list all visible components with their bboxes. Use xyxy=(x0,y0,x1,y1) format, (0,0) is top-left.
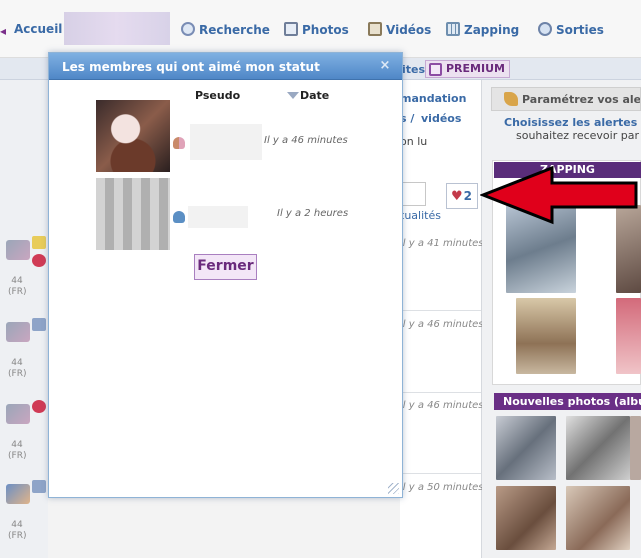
nav-zapping[interactable]: Zapping xyxy=(446,22,519,38)
zapping-icon xyxy=(446,22,460,36)
premium-icon xyxy=(429,63,442,76)
man-icon xyxy=(173,211,185,223)
feed-code: 44 (FR) xyxy=(8,276,27,297)
album-photo[interactable] xyxy=(566,416,630,480)
videos-icon xyxy=(368,22,382,36)
photos-icon xyxy=(32,318,46,331)
alerts-title[interactable]: Choisissez les alertes xyxy=(504,116,637,129)
subbar-link[interactable]: ites xyxy=(402,63,425,76)
feed-avatar[interactable] xyxy=(6,322,30,342)
member-photo[interactable] xyxy=(96,100,170,172)
feed-avatar[interactable] xyxy=(6,484,30,504)
feed-code: 44 (FR) xyxy=(8,440,27,461)
nav-home[interactable]: ◂ Accueil xyxy=(0,22,62,38)
likes-dialog: Les membres qui ont aimé mon statut × Ps… xyxy=(48,52,403,498)
status-input[interactable] xyxy=(400,182,426,206)
sorties-icon xyxy=(538,22,552,36)
alerts-settings-button[interactable]: Paramétrez vos alerte xyxy=(491,87,641,111)
photos-icon xyxy=(284,22,298,36)
alert-icon xyxy=(504,92,518,106)
member-pseudo-blurred[interactable] xyxy=(190,124,262,160)
like-count-button[interactable]: ♥2 xyxy=(446,183,478,209)
nav-videos[interactable]: Vidéos xyxy=(368,22,431,38)
divider xyxy=(400,392,481,393)
member-pseudo-blurred[interactable] xyxy=(188,206,248,228)
close-button[interactable]: Fermer xyxy=(194,254,257,280)
member-date: Il y a 2 heures xyxy=(277,208,349,219)
feed-avatar[interactable] xyxy=(6,404,30,424)
nav-home-label: Accueil xyxy=(14,22,63,36)
feed-row-1: 44 (FR) xyxy=(0,236,48,316)
zapping-photo[interactable] xyxy=(516,298,576,374)
photos-icon xyxy=(32,480,46,493)
actualites-link[interactable]: tualités xyxy=(400,209,441,222)
column-header-date[interactable]: Date xyxy=(287,89,329,102)
nav-sorties[interactable]: Sorties xyxy=(538,22,604,38)
nav-photos[interactable]: Photos xyxy=(284,22,349,38)
nav-photos-label: Photos xyxy=(302,23,349,37)
heart-icon: ♥ xyxy=(451,189,463,204)
feed-time: il y a 41 minutes xyxy=(400,238,484,249)
member-photo[interactable] xyxy=(96,178,170,250)
dialog-title: Les membres qui ont aimé mon statut xyxy=(62,60,320,74)
alerts-subtitle: souhaitez recevoir par xyxy=(516,129,639,142)
videos-link[interactable]: vidéos xyxy=(421,112,461,125)
premium-button[interactable]: PREMIUM xyxy=(425,60,510,78)
feed-code: 44 (FR) xyxy=(8,520,27,541)
alerts-button-label: Paramétrez vos alerte xyxy=(522,93,641,106)
divider xyxy=(400,473,481,474)
feed-time: il y a 50 minutes xyxy=(400,482,484,493)
column-header-date-label: Date xyxy=(300,89,330,102)
album-photo[interactable] xyxy=(496,486,556,550)
nav-videos-label: Vidéos xyxy=(386,23,432,37)
divider xyxy=(400,310,481,311)
nav-search-label: Recherche xyxy=(199,23,270,37)
nav-search[interactable]: Recherche xyxy=(181,22,270,38)
zapping-photo[interactable] xyxy=(616,298,641,374)
dialog-title-bar[interactable]: Les membres qui ont aimé mon statut × xyxy=(49,53,402,80)
sort-down-icon xyxy=(287,92,299,99)
feed-row-4: 44 (FR) xyxy=(0,480,48,558)
home-icon: ◂ xyxy=(0,24,7,38)
nav-sorties-label: Sorties xyxy=(556,23,604,37)
resize-grip-icon[interactable] xyxy=(388,483,399,494)
feed-row-2: 44 (FR) xyxy=(0,318,48,398)
member-date: Il y a 46 minutes xyxy=(264,135,348,146)
search-icon xyxy=(181,22,195,36)
album-photo[interactable] xyxy=(630,416,641,480)
close-icon[interactable]: × xyxy=(378,58,392,74)
premium-label: PREMIUM xyxy=(446,62,505,75)
feed-row-3: 44 (FR) xyxy=(0,400,48,480)
user-avatar-blurred[interactable] xyxy=(64,12,170,45)
feed-time: il y a 46 minutes xyxy=(400,319,484,330)
heart-icon xyxy=(32,400,46,413)
nav-zapping-label: Zapping xyxy=(464,23,520,37)
badge-icon xyxy=(32,236,46,249)
unread-text: on lu xyxy=(400,135,428,148)
heart-icon xyxy=(32,254,46,267)
new-photos-title[interactable]: Nouvelles photos (album xyxy=(494,393,641,410)
red-arrow-icon xyxy=(480,165,638,225)
column-header-pseudo[interactable]: Pseudo xyxy=(195,89,240,102)
album-photo[interactable] xyxy=(566,486,630,550)
feed-time: il y a 46 minutes xyxy=(400,400,484,411)
recommandation-link[interactable]: mandation xyxy=(400,92,466,105)
top-navigation: ◂ Accueil Recherche Photos Vidéos Zapping… xyxy=(0,0,641,58)
couple-icon xyxy=(173,137,185,149)
like-count: 2 xyxy=(463,189,473,203)
album-photo[interactable] xyxy=(496,416,556,480)
feed-code: 44 (FR) xyxy=(8,358,27,379)
feed-avatar[interactable] xyxy=(6,240,30,260)
